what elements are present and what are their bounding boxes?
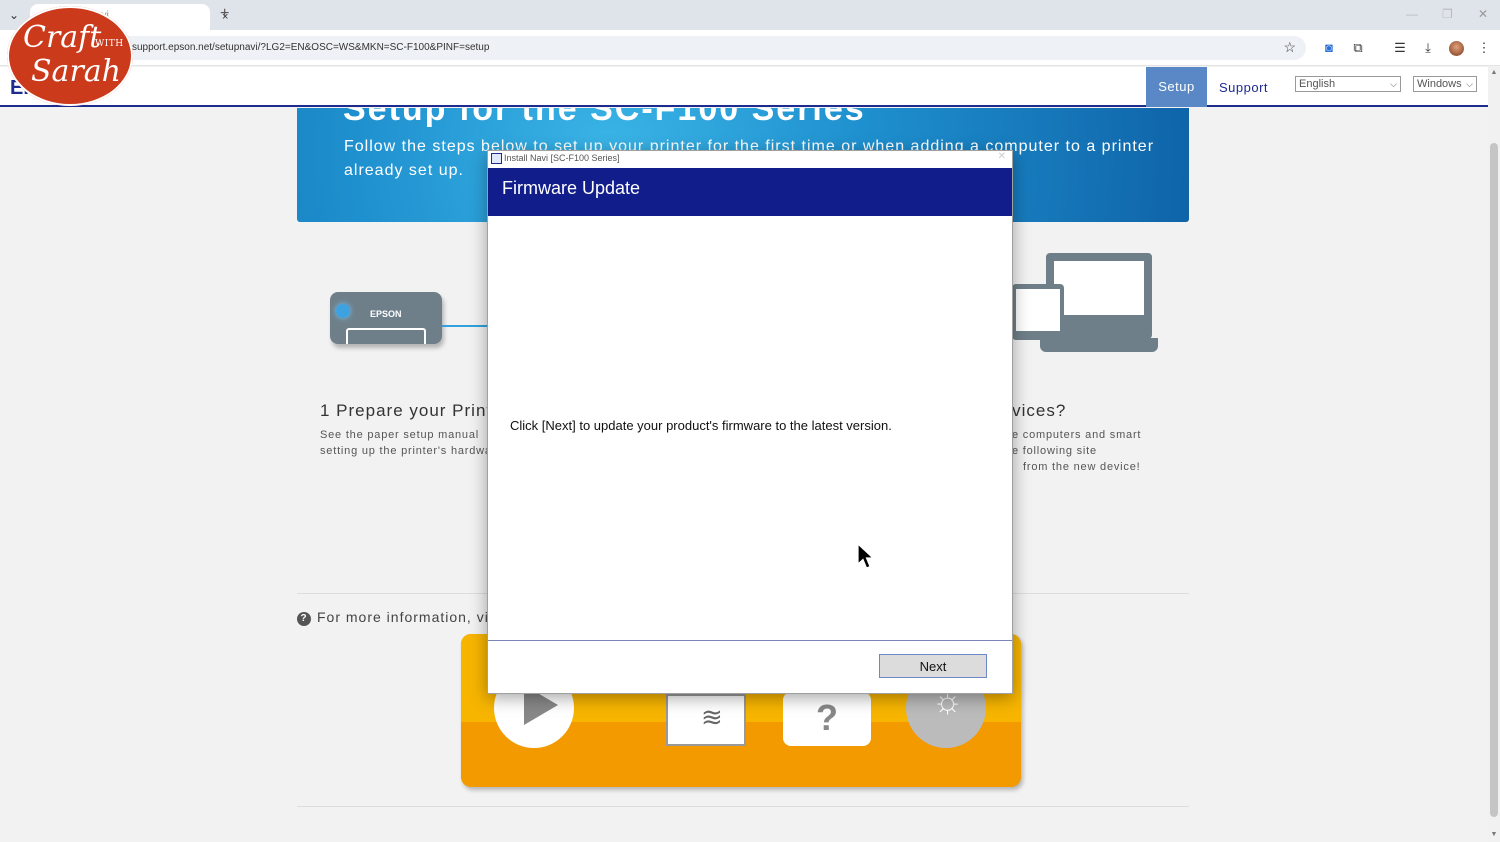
minimize-button[interactable]: — (1406, 7, 1418, 21)
os-value: Windows (1417, 78, 1462, 90)
watermark-with: WITH (95, 39, 124, 49)
step2-text-line3[interactable]: from the new device! (1023, 459, 1141, 475)
nav-setup-tab[interactable]: Setup (1146, 67, 1207, 107)
step1-text-line1: See the paper setup manual (320, 429, 480, 441)
bookmark-star-icon[interactable]: ☆ (1283, 39, 1296, 56)
dialog-header: Firmware Update (488, 168, 1012, 216)
hero-title: Setup for the SC-F100 Series (343, 108, 866, 128)
dialog-separator (488, 640, 1012, 641)
footer-divider (297, 806, 1189, 807)
language-value: English (1299, 78, 1336, 90)
new-tab-button[interactable]: + (220, 5, 229, 23)
dialog-titlebar[interactable]: Install Navi [SC-F100 Series] ✕ (488, 151, 1012, 168)
restore-button[interactable]: ❐ (1442, 7, 1453, 21)
os-select[interactable]: Windows ⌵ (1413, 76, 1477, 92)
watermark-line1: Craft (23, 20, 102, 55)
dialog-message: Click [Next] to update your product's fi… (510, 418, 892, 433)
watermark-line2: Sarah (31, 54, 121, 89)
next-button[interactable]: Next (879, 654, 987, 678)
wifi-icon: ≋ (701, 702, 723, 732)
reading-list-icon[interactable]: ☰ (1392, 38, 1408, 58)
browser-tabstrip: ⌄ Install Navi × + — ❐ ✕ (0, 0, 1500, 30)
install-navi-app-icon (491, 153, 502, 164)
step2-text-line2: e following site (1012, 445, 1097, 457)
window-close-button[interactable]: ✕ (1478, 7, 1488, 21)
profile-avatar[interactable] (1449, 41, 1464, 56)
address-bar[interactable]: support.epson.net/setupnavi/?LG2=EN&OSC=… (110, 36, 1306, 60)
mouse-cursor-icon (857, 543, 875, 569)
chevron-down-icon: ⌵ (1466, 79, 1473, 89)
dialog-heading: Firmware Update (502, 178, 641, 198)
laptop-base (1040, 338, 1158, 352)
printer-light (336, 304, 350, 318)
more-info-label: For more information, visit (317, 609, 506, 625)
browser-toolbar: support.epson.net/setupnavi/?LG2=EN&OSC=… (0, 30, 1500, 66)
printer-logo: EPSON (370, 309, 402, 319)
dialog-close-icon[interactable]: ✕ (998, 151, 1006, 162)
step1-text-line2: setting up the printer's hardware. (320, 445, 508, 457)
nav-support-tab[interactable]: Support (1219, 67, 1268, 107)
site-header: EPSON Setup Support English ⌵ Windows ⌵ (0, 67, 1488, 107)
dialog-window-title: Install Navi [SC-F100 Series] (504, 153, 620, 163)
step1-title: 1 Prepare your Printer (320, 401, 510, 420)
tab-search-chevron-icon[interactable]: ⌄ (4, 5, 24, 25)
printer-tray (346, 328, 426, 344)
scroll-down-arrow-icon[interactable]: ▼ (1490, 831, 1498, 838)
downloads-icon[interactable]: ⤓ (1420, 38, 1436, 58)
scrollbar-thumb[interactable] (1490, 143, 1498, 817)
tablet-screen (1016, 289, 1060, 331)
scroll-up-arrow-icon[interactable]: ▲ (1490, 69, 1498, 76)
more-info-text: ? For more information, visit (297, 609, 506, 626)
chevron-down-icon: ⌵ (1390, 79, 1397, 89)
tablet-illustration (1012, 284, 1064, 340)
language-select[interactable]: English ⌵ (1295, 76, 1401, 92)
browser-menu-icon[interactable]: ⋮ (1476, 38, 1492, 58)
faq-question-icon: ? (783, 692, 871, 746)
page-scrollbar[interactable]: ▲ ▼ (1488, 67, 1500, 842)
connection-line (442, 325, 488, 327)
craft-with-sarah-watermark: Craft WITH Sarah (7, 6, 133, 106)
extensions-puzzle-icon[interactable]: ⧉ (1350, 38, 1366, 58)
extension-icon[interactable]: ◙ (1321, 38, 1337, 58)
printer-illustration: EPSON (330, 292, 442, 344)
url-text[interactable]: support.epson.net/setupnavi/?LG2=EN&OSC=… (132, 42, 489, 53)
question-circle-icon: ? (297, 612, 311, 626)
firmware-update-dialog: Install Navi [SC-F100 Series] ✕ Firmware… (487, 150, 1013, 694)
step2-text-line1: e computers and smart (1012, 429, 1142, 441)
laptop-screen (1054, 261, 1144, 315)
